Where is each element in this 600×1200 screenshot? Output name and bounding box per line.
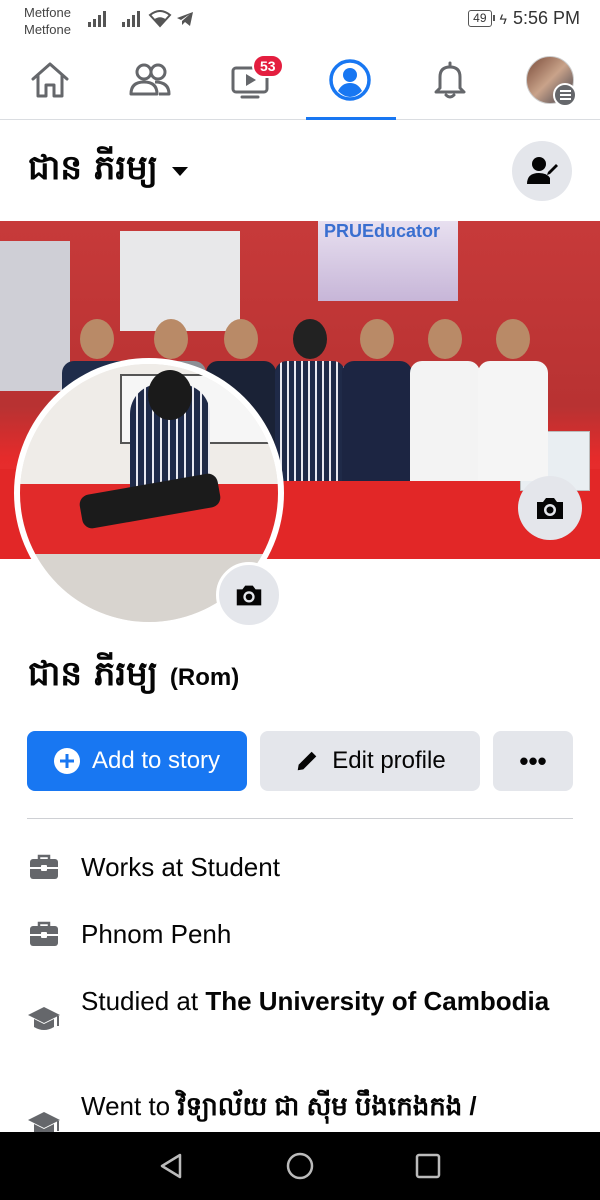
telegram-icon [177,12,193,26]
profile-name-switcher[interactable]: ជាន ភីរម្យ [28,146,158,196]
detail-work: Works at Student [27,850,573,884]
change-cover-button[interactable] [518,476,582,540]
profile-actions: Add to story Edit profile ••• [27,731,573,791]
battery-icon: 49 [468,10,495,27]
caret-down-icon[interactable] [171,166,188,176]
more-icon: ••• [519,745,547,776]
carrier-1: Metfone [24,5,71,20]
profile-icon [329,59,371,101]
alternate-name: (Rom) [169,664,240,691]
signal-icon-2 [122,11,142,27]
nav-home[interactable] [0,40,100,120]
status-bar: Metfone Metfone 49 ϟ 5:56 PM [0,0,600,40]
more-options-button[interactable]: ••• [493,731,573,791]
add-to-story-label: Add to story [91,747,221,774]
home-circle-icon[interactable] [286,1152,314,1180]
nav-menu[interactable] [500,40,600,120]
detail-education: Studied at The University of Cambodia [27,984,573,1036]
clock: 5:56 PM [512,8,580,28]
nav-watch[interactable]: 53 [200,40,300,120]
person-edit-icon [527,157,558,184]
detail-location-text: Phnom Penh [81,919,232,949]
profile-full-name: ជាន ភីរម្យ (Rom) [28,652,239,702]
wifi-icon [148,10,172,28]
friends-icon [129,63,171,96]
nav-profile[interactable] [300,40,400,120]
detail-location: Phnom Penh [27,917,573,951]
plus-icon [53,748,80,774]
carrier-labels: Metfone Metfone [24,4,71,38]
camera-icon [236,585,262,606]
charging-icon: ϟ [499,10,507,27]
detail-education-text: Studied at The University of Cambodia [81,986,550,1016]
cover-banner: PRUEducator [318,221,458,301]
system-navigation-bar [0,1132,600,1200]
menu-avatar [526,56,577,107]
menu-icon [553,83,577,107]
change-profile-picture-button[interactable] [216,562,282,628]
bell-icon [434,61,466,99]
edit-profile-button[interactable]: Edit profile [260,731,480,791]
detail-work-text: Works at Student [81,852,280,882]
profile-header: ជាន ភីរម្យ [28,140,572,202]
home-icon [31,62,69,98]
pencil-icon [298,751,317,771]
graduation-cap-icon [27,1002,61,1036]
back-icon[interactable] [158,1152,186,1180]
edit-profile-label: Edit profile [332,747,446,774]
status-right: 49 ϟ 5:56 PM [468,8,580,29]
name-khmer: ជាន ភីរម្យ [28,654,158,694]
camera-icon [537,498,563,519]
edit-friends-button[interactable] [512,141,572,201]
top-navigation: 53 [0,40,600,120]
carrier-2: Metfone [24,22,71,37]
detail-highschool-text: Went to វិទ្យាល័យ ជា ស៊ីម បឹងកេងកង / [81,1091,477,1121]
signal-icon [88,11,108,27]
recents-icon[interactable] [414,1152,442,1180]
divider [27,818,573,819]
watch-badge: 53 [252,54,284,78]
add-to-story-button[interactable]: Add to story [27,731,247,791]
briefcase-icon [27,850,61,884]
nav-notifications[interactable] [400,40,500,120]
nav-friends[interactable] [100,40,200,120]
briefcase-icon [27,917,61,951]
